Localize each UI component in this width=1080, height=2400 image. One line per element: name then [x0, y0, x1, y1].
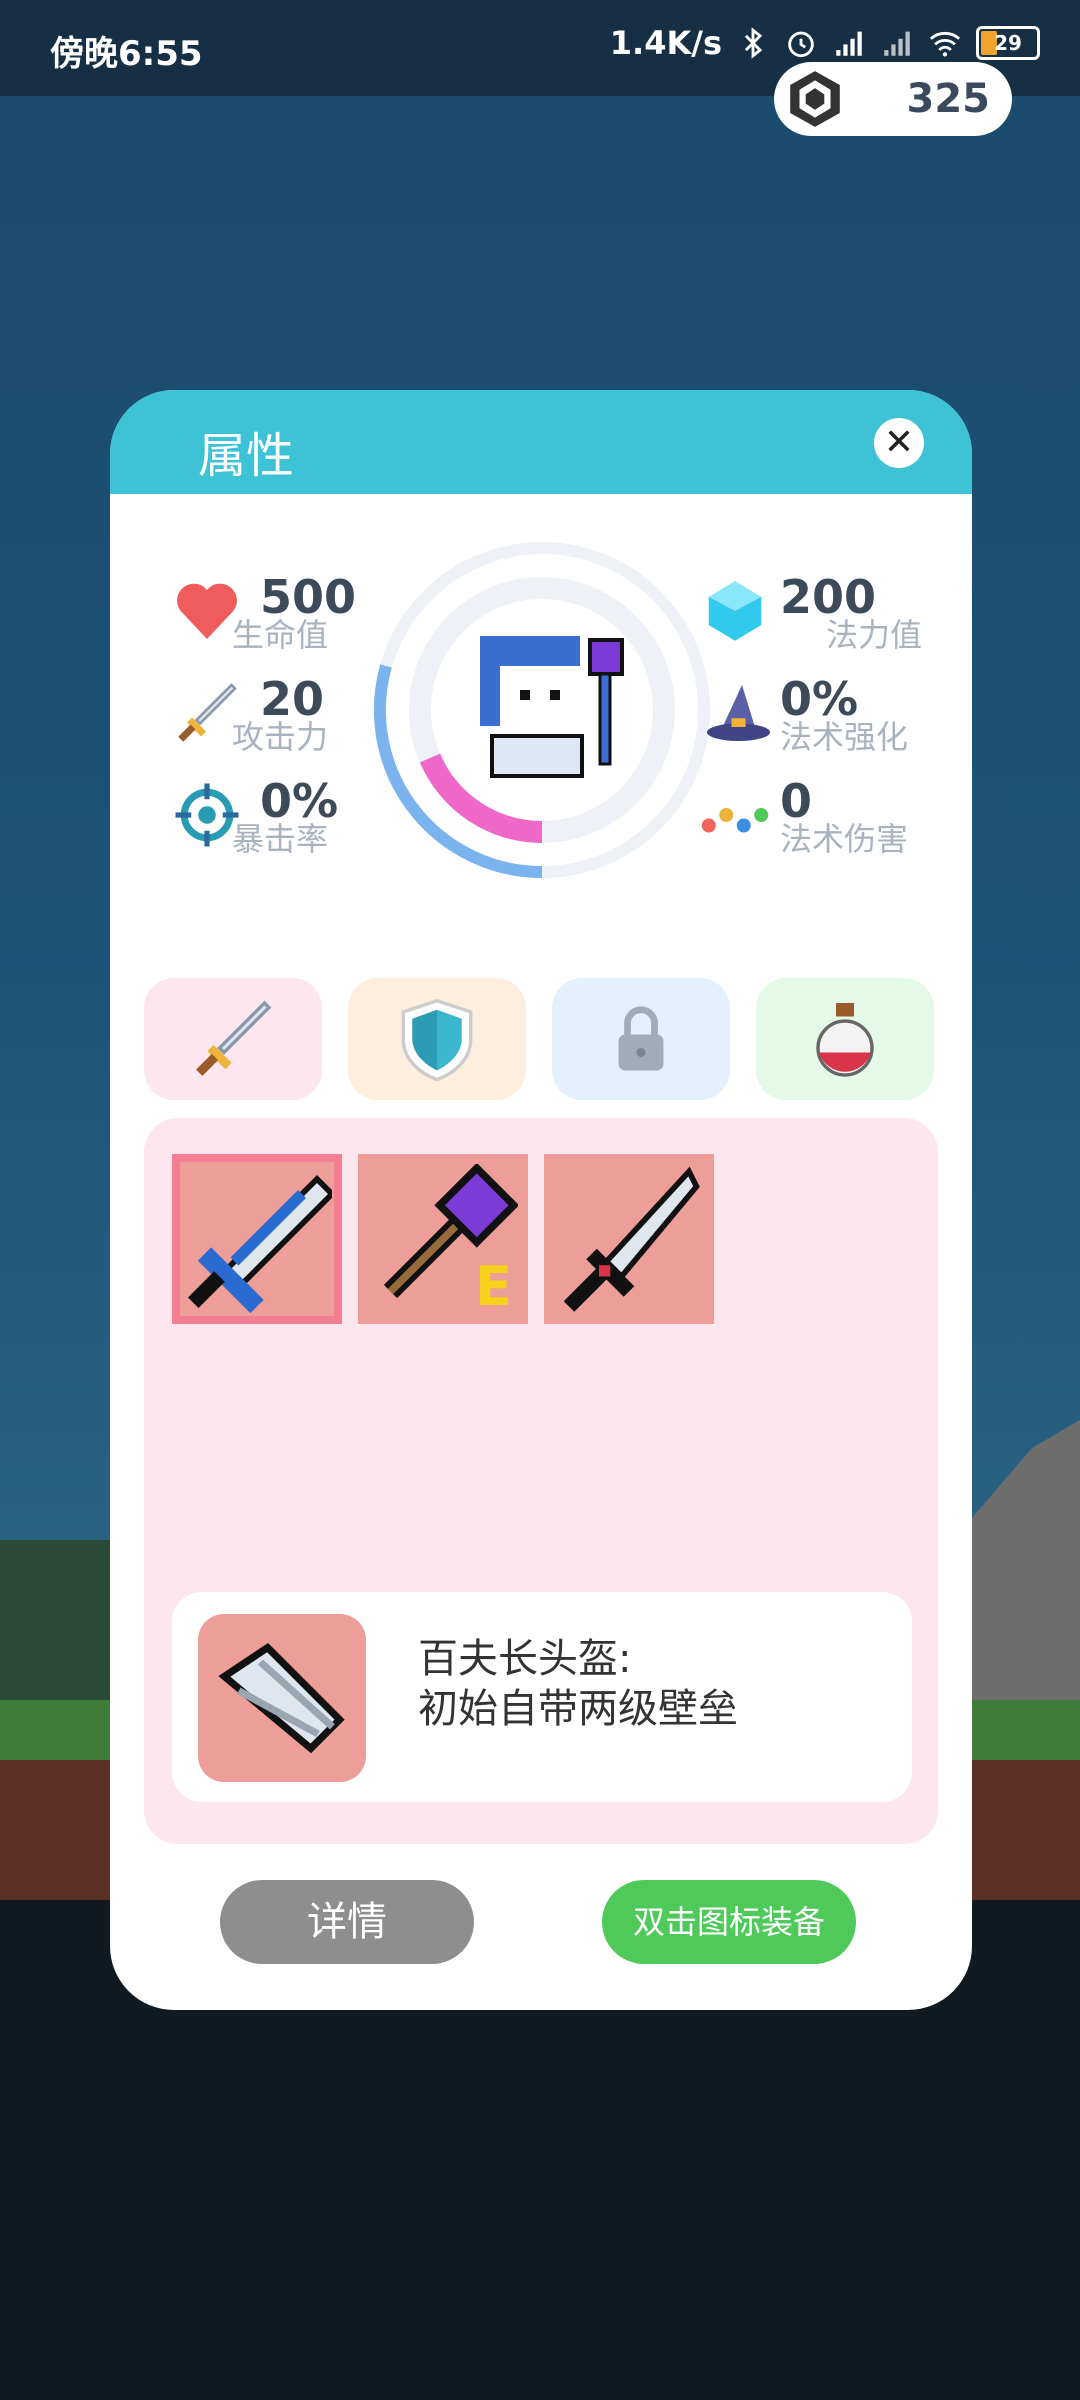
alarm-icon: [788, 31, 814, 58]
battery-indicator: 29: [976, 26, 1040, 60]
tab-armor[interactable]: [348, 978, 526, 1100]
gem-counter: 325: [774, 62, 1012, 136]
equipment-slot-3[interactable]: [544, 1154, 714, 1324]
stat-label: 生命值: [232, 616, 329, 654]
centurion-helmet-icon: [218, 1642, 345, 1754]
wizard-hat-icon: [707, 685, 770, 741]
stat-label: 法术伤害: [780, 820, 909, 858]
spell-dots-icon: [701, 808, 769, 833]
wifi-icon: [929, 31, 961, 57]
potion-icon: [816, 1003, 874, 1077]
signal-icon: [836, 31, 862, 56]
sword-icon: [196, 1000, 272, 1076]
gem-icon: [790, 71, 840, 127]
details-button[interactable]: 详情: [220, 1880, 474, 1964]
dialog-header: 属性 ✕: [110, 390, 972, 494]
blue-sword-icon: [187, 1175, 332, 1314]
stat-label: 法术强化: [780, 718, 909, 756]
item-description: 百夫长头盔: 初始自带两级壁垒: [418, 1634, 738, 1734]
item-thumbnail: [198, 1614, 366, 1782]
equipment-panel: E 百夫长头盔: 初始自带两级壁垒: [144, 1118, 938, 1844]
item-name: 百夫长头盔:: [418, 1636, 632, 1682]
stat-label: 暴击率: [232, 820, 329, 858]
lock-icon: [618, 1006, 664, 1071]
shield-icon: [401, 998, 473, 1082]
gem-count: 325: [906, 76, 991, 122]
close-button[interactable]: ✕: [874, 418, 924, 468]
tab-weapons[interactable]: [144, 978, 322, 1100]
network-speed: 1.4K/s: [609, 24, 722, 62]
dialog-title: 属性: [198, 428, 295, 484]
battery-level: 29: [994, 31, 1022, 55]
signal-hd-icon: [884, 31, 910, 56]
item-effect: 初始自带两级壁垒: [418, 1686, 738, 1732]
stat-label: 法力值: [826, 616, 923, 654]
mana-crystal-icon: [708, 581, 762, 641]
equipment-slot-1[interactable]: [172, 1154, 342, 1324]
tab-locked[interactable]: [552, 978, 730, 1100]
tab-potions[interactable]: [756, 978, 934, 1100]
equipment-slot-2[interactable]: E: [358, 1154, 528, 1324]
bluetooth-icon: [744, 27, 763, 59]
character-portrait: [373, 542, 710, 878]
item-info-card: 百夫长头盔: 初始自带两级壁垒: [172, 1592, 912, 1802]
stat-label: 攻击力: [232, 718, 329, 756]
katana-icon: [563, 1166, 700, 1312]
attributes-dialog: 属性 ✕ 500 生命值 20 攻击力 0% 暴击率 200 法力值 0% 法术…: [110, 390, 972, 2010]
equipped-badge: E: [475, 1255, 512, 1318]
status-time: 傍晚6:55: [50, 34, 203, 74]
equip-button[interactable]: 双击图标装备: [602, 1880, 856, 1964]
status-indicators: 1.4K/s 29: [610, 24, 1040, 62]
close-icon: ✕: [883, 422, 915, 463]
